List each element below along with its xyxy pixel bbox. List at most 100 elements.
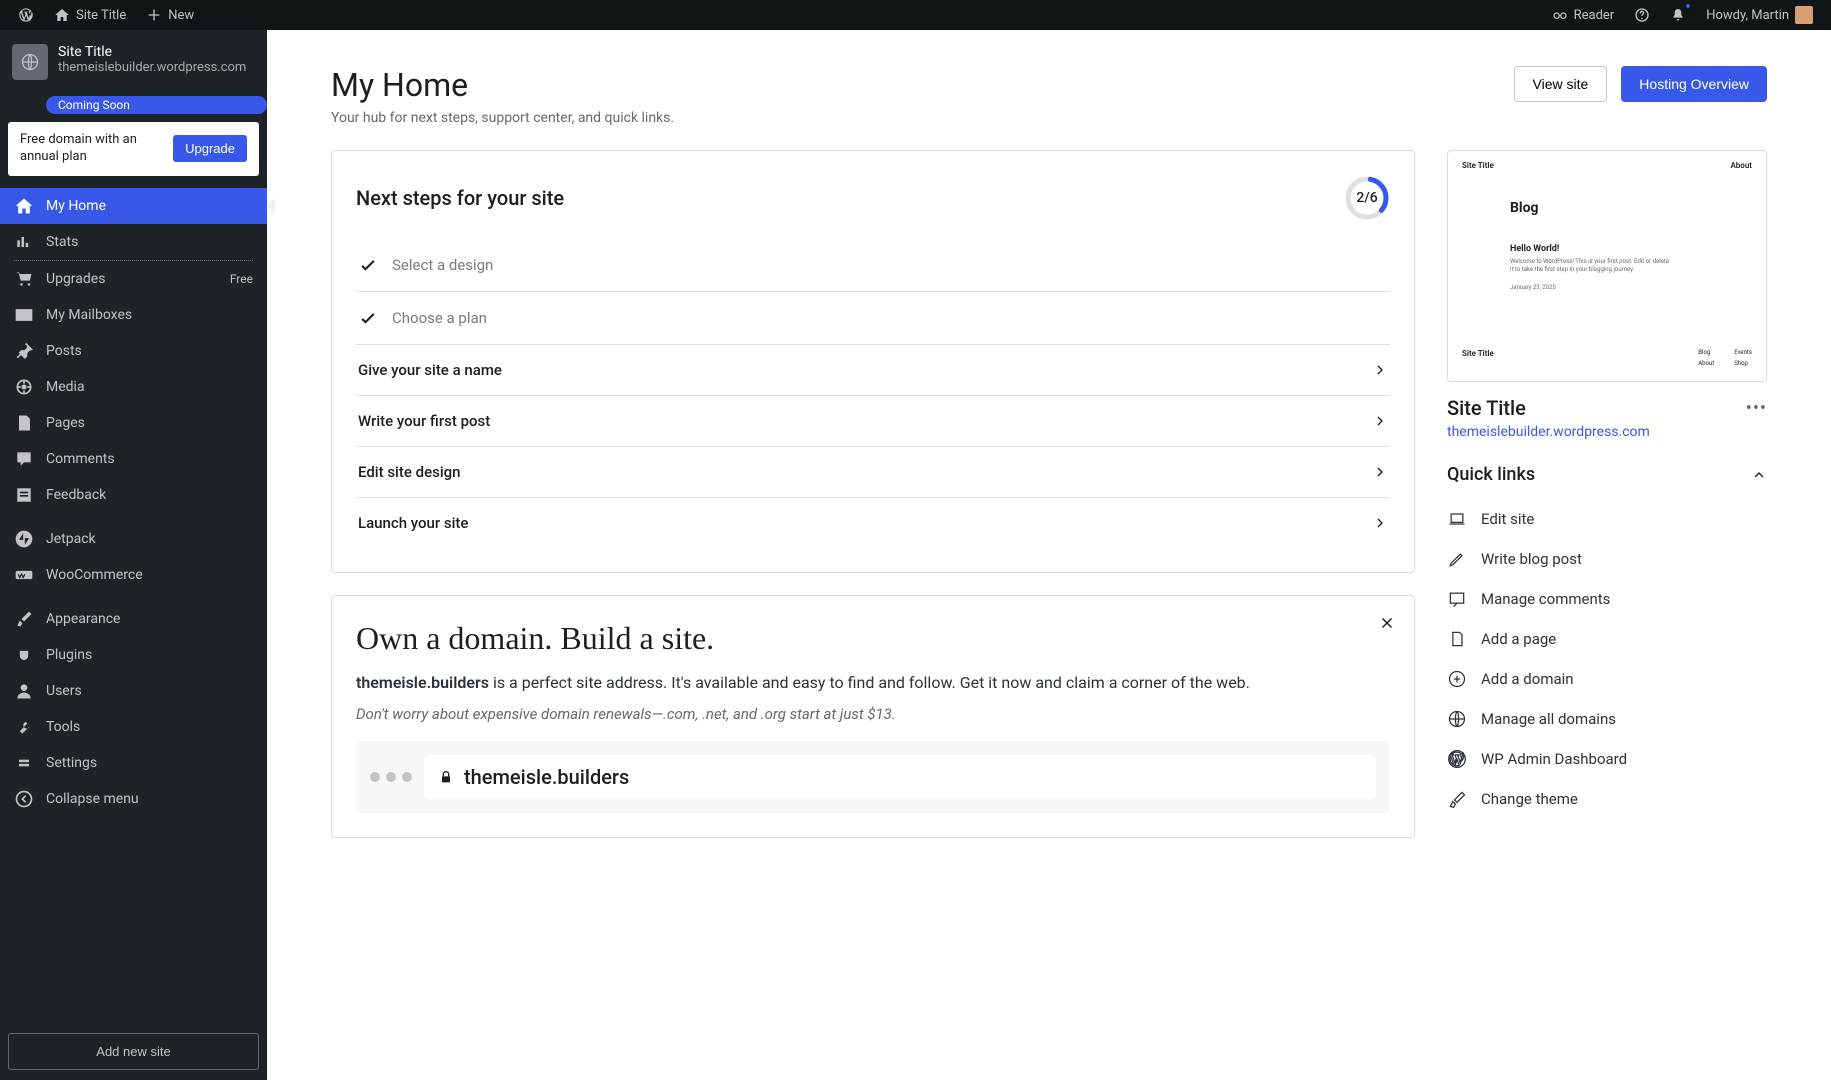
brush-icon (1447, 789, 1467, 809)
nav-tools[interactable]: Tools (0, 709, 267, 745)
notifications-button[interactable] (1660, 0, 1696, 30)
step-label: Launch your site (358, 514, 468, 532)
preview-site-title: Site Title (1462, 161, 1494, 170)
quick-link-add-page[interactable]: Add a page (1447, 619, 1767, 659)
help-icon (1634, 7, 1650, 23)
nav-appearance[interactable]: Appearance (0, 601, 267, 637)
user-greeting-link[interactable]: Howdy, Martin (1696, 0, 1823, 30)
brush-icon (14, 609, 34, 629)
url-bar: themeisle.builders (424, 755, 1376, 799)
sidebar-site-url: themeislebuilder.wordpress.com (58, 60, 246, 75)
quick-link-label: Write blog post (1481, 550, 1582, 568)
chevron-right-icon (1372, 413, 1388, 429)
upgrade-button[interactable]: Upgrade (173, 135, 247, 162)
pin-icon (14, 341, 34, 361)
site-preview-thumbnail[interactable]: Site Title About Blog Hello World! Welco… (1447, 150, 1767, 382)
chevron-right-icon (1372, 515, 1388, 531)
quick-link-write-post[interactable]: Write blog post (1447, 539, 1767, 579)
sidebar-nav: My Home Stats Upgrades Free My Mailboxes… (0, 188, 267, 817)
globe-icon (1447, 709, 1467, 729)
plugin-icon (14, 645, 34, 665)
step-select-design[interactable]: Select a design (356, 239, 1390, 292)
wordpress-icon (18, 7, 34, 23)
nav-label: Appearance (46, 611, 120, 627)
laptop-icon (1447, 509, 1467, 529)
hosting-overview-button[interactable]: Hosting Overview (1621, 66, 1767, 102)
quick-link-edit-site[interactable]: Edit site (1447, 499, 1767, 539)
preview-blog-heading: Blog (1510, 200, 1752, 216)
step-site-name[interactable]: Give your site a name (356, 345, 1390, 396)
nav-jetpack[interactable]: Jetpack (0, 521, 267, 557)
nav-woocommerce[interactable]: WooCommerce (0, 557, 267, 593)
nav-label: My Home (46, 198, 106, 214)
nav-feedback[interactable]: Feedback (0, 477, 267, 513)
page-icon (1447, 629, 1467, 649)
promo-text: Free domain with an annual plan (20, 132, 165, 166)
site-actions-menu-button[interactable]: ••• (1746, 398, 1767, 419)
check-icon (358, 308, 378, 328)
nav-plugins[interactable]: Plugins (0, 637, 267, 673)
sidebar-site-header[interactable]: Site Title themeislebuilder.wordpress.co… (0, 30, 267, 92)
site-home-link[interactable]: Site Title (44, 0, 136, 30)
nav-posts[interactable]: Posts (0, 333, 267, 369)
nav-users[interactable]: Users (0, 673, 267, 709)
quick-link-label: Manage all domains (1481, 710, 1616, 728)
preview-welcome: Welcome to WordPress! This is your first… (1510, 258, 1670, 274)
view-site-button[interactable]: View site (1514, 66, 1608, 102)
step-edit-design[interactable]: Edit site design (356, 447, 1390, 498)
chevron-up-icon (1751, 467, 1767, 483)
coming-soon-badge: Coming Soon (46, 96, 267, 114)
plus-icon (146, 7, 162, 23)
comment-icon (14, 449, 34, 469)
glasses-icon (1552, 7, 1568, 23)
nav-label: Upgrades (46, 271, 105, 287)
quick-link-label: Add a domain (1481, 670, 1574, 688)
comment-icon (1447, 589, 1467, 609)
site-icon (12, 44, 48, 80)
reader-link[interactable]: Reader (1542, 0, 1625, 30)
bell-icon (1670, 7, 1686, 23)
new-content-button[interactable]: New (136, 0, 204, 30)
nav-label: Comments (46, 451, 115, 467)
step-launch[interactable]: Launch your site (356, 498, 1390, 548)
preview-hello: Hello World! (1510, 244, 1752, 254)
nav-label: Pages (46, 415, 85, 431)
quick-links-toggle[interactable]: Quick links (1447, 464, 1767, 485)
page-subtitle: Your hub for next steps, support center,… (331, 110, 674, 126)
nav-label: Settings (46, 755, 97, 771)
nav-pages[interactable]: Pages (0, 405, 267, 441)
wrench-icon (14, 717, 34, 737)
nav-collapse[interactable]: Collapse menu (0, 781, 267, 817)
close-button[interactable] (1378, 614, 1396, 638)
avatar-icon (1795, 6, 1813, 24)
domain-promo-card: Free domain with an annual plan Upgrade (8, 122, 259, 176)
nav-comments[interactable]: Comments (0, 441, 267, 477)
home-icon (54, 7, 70, 23)
nav-upgrades[interactable]: Upgrades Free (0, 261, 267, 297)
step-choose-plan[interactable]: Choose a plan (356, 292, 1390, 345)
nav-my-home[interactable]: My Home (0, 188, 267, 224)
quick-link-add-domain[interactable]: Add a domain (1447, 659, 1767, 699)
quick-link-label: Manage comments (1481, 590, 1610, 608)
nav-media[interactable]: Media (0, 369, 267, 405)
step-label: Edit site design (358, 463, 461, 481)
help-button[interactable] (1624, 0, 1660, 30)
nav-stats[interactable]: Stats (0, 224, 267, 260)
lock-icon (438, 769, 454, 785)
nav-label: My Mailboxes (46, 307, 132, 323)
nav-settings[interactable]: Settings (0, 745, 267, 781)
settings-icon (14, 753, 34, 773)
quick-link-wp-admin[interactable]: WP Admin Dashboard (1447, 739, 1767, 779)
add-new-site-button[interactable]: Add new site (8, 1033, 259, 1070)
step-first-post[interactable]: Write your first post (356, 396, 1390, 447)
quick-link-manage-comments[interactable]: Manage comments (1447, 579, 1767, 619)
side-site-url[interactable]: themeislebuilder.wordpress.com (1447, 424, 1767, 440)
greeting-text: Howdy, Martin (1706, 8, 1789, 23)
nav-mailboxes[interactable]: My Mailboxes (0, 297, 267, 333)
step-label: Choose a plan (392, 309, 487, 327)
quick-link-manage-domains[interactable]: Manage all domains (1447, 699, 1767, 739)
quick-link-change-theme[interactable]: Change theme (1447, 779, 1767, 819)
wordpress-logo-button[interactable] (8, 0, 44, 30)
url-text: themeisle.builders (464, 765, 629, 789)
media-icon (14, 377, 34, 397)
